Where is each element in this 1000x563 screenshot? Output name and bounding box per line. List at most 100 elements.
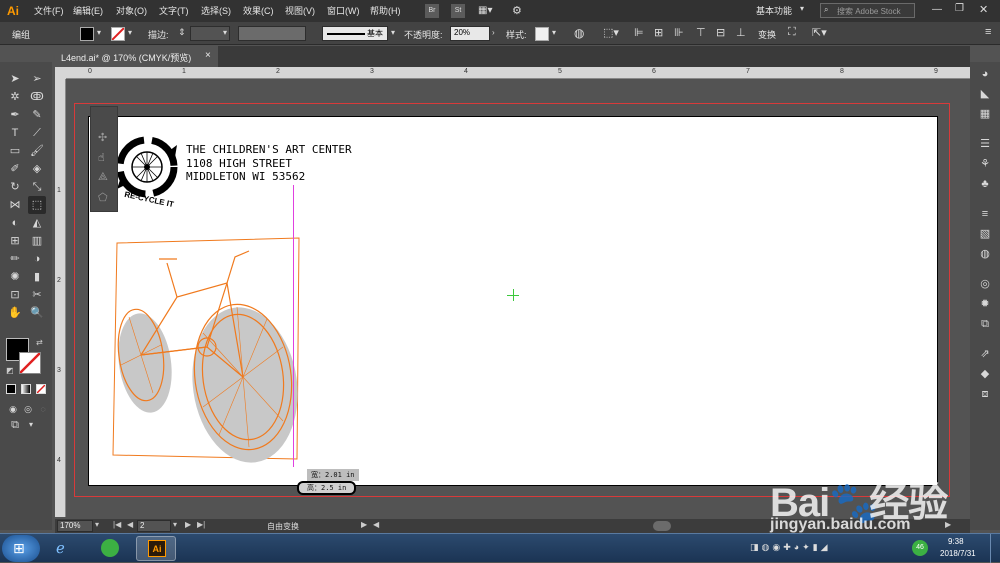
transform-options-icon[interactable]: ⇱▾ bbox=[812, 26, 827, 39]
artboard-number-field[interactable]: 2 bbox=[137, 520, 171, 532]
zoom-level-field[interactable]: 170% bbox=[57, 520, 93, 532]
hand-tool-icon[interactable]: ✋ bbox=[6, 304, 24, 322]
fill-swatch[interactable] bbox=[80, 27, 94, 41]
stroke-none-swatch[interactable] bbox=[111, 27, 125, 41]
brush-definition-select[interactable]: 基本 bbox=[322, 26, 388, 41]
menu-type[interactable]: 文字(T) bbox=[159, 4, 189, 17]
menu-window[interactable]: 窗口(W) bbox=[327, 4, 360, 17]
artboards-panel-icon[interactable]: ⧈ bbox=[977, 386, 993, 402]
stroke-panel-icon[interactable]: ≡ bbox=[977, 206, 993, 222]
opacity-input[interactable]: 20% bbox=[450, 26, 490, 41]
menu-edit[interactable]: 编辑(E) bbox=[73, 4, 103, 17]
previous-artboard-button[interactable]: ◀ bbox=[127, 520, 133, 529]
eraser-tool-icon[interactable]: ◈ bbox=[28, 160, 46, 178]
screen-mode-chevron-icon[interactable]: ▾ bbox=[22, 416, 40, 434]
system-tray-icons[interactable]: ◨◍◉✚◕✦▮◢ bbox=[750, 542, 831, 553]
align-center-icon[interactable]: ⊞ bbox=[654, 26, 663, 39]
close-tab-button[interactable]: × bbox=[205, 50, 211, 61]
browser-taskbar-button[interactable] bbox=[90, 536, 130, 561]
slice-tool-icon[interactable]: ✂ bbox=[28, 286, 46, 304]
stroke-weight-chevron-icon[interactable]: ▾ bbox=[223, 28, 227, 37]
menu-file[interactable]: 文件(F) bbox=[34, 4, 64, 17]
gradient-tool-icon[interactable]: ▥ bbox=[28, 232, 46, 250]
arrange-documents-icon[interactable]: ▦▾ bbox=[478, 5, 500, 17]
maximize-window-button[interactable]: ❐ bbox=[955, 3, 964, 14]
variable-width-profile[interactable] bbox=[238, 26, 306, 41]
first-artboard-button[interactable]: |◀ bbox=[113, 520, 121, 529]
ruler-origin[interactable] bbox=[55, 67, 66, 79]
minimize-window-button[interactable]: — bbox=[932, 4, 942, 15]
scale-tool-icon[interactable]: ⤡ bbox=[28, 178, 46, 196]
menu-help[interactable]: 帮助(H) bbox=[370, 4, 401, 17]
workspace-chevron-icon[interactable]: ▾ bbox=[800, 4, 804, 13]
direct-selection-tool-icon[interactable]: ➢ bbox=[28, 70, 46, 88]
perspective-distort-icon[interactable]: ⟁ bbox=[98, 171, 108, 184]
brush-chevron-icon[interactable]: ▾ bbox=[391, 28, 395, 37]
column-graph-tool-icon[interactable]: ▮ bbox=[28, 268, 46, 286]
align-middle-icon[interactable]: ⊟ bbox=[716, 26, 725, 39]
align-bottom-icon[interactable]: ⊥ bbox=[736, 26, 746, 39]
gpu-performance-icon[interactable]: ⚙ bbox=[512, 4, 530, 18]
opacity-arrow-icon[interactable]: › bbox=[492, 28, 495, 37]
show-desktop-button[interactable] bbox=[990, 534, 1000, 563]
clock-time[interactable]: 9:38 bbox=[948, 537, 964, 546]
swap-fill-stroke-icon[interactable]: ⇄ bbox=[36, 338, 43, 347]
graphic-styles-icon[interactable]: ✹ bbox=[977, 296, 993, 312]
stock-button[interactable]: St bbox=[451, 4, 465, 18]
bicycle-artwork[interactable] bbox=[107, 235, 307, 470]
color-panel-icon[interactable]: ◕ bbox=[977, 66, 993, 82]
selection-tool-icon[interactable]: ➤ bbox=[6, 70, 24, 88]
shape-builder-tool-icon[interactable]: ◐ bbox=[6, 214, 24, 232]
illustrator-taskbar-button[interactable]: Ai bbox=[136, 536, 176, 561]
libraries-panel-icon[interactable]: ⧉ bbox=[977, 316, 993, 332]
none-mode-icon[interactable] bbox=[36, 384, 46, 394]
constrain-icon[interactable]: ✣ bbox=[98, 131, 107, 144]
vertical-ruler[interactable]: 1 2 3 4 bbox=[55, 79, 66, 517]
type-tool-icon[interactable]: T bbox=[6, 124, 24, 142]
workspace-switcher[interactable]: 基本功能 bbox=[756, 4, 792, 17]
appearance-panel-icon[interactable]: ◎ bbox=[977, 276, 993, 292]
style-chevron-icon[interactable]: ▾ bbox=[552, 28, 556, 37]
clock-date[interactable]: 2018/7/31 bbox=[940, 549, 976, 558]
default-colors-icon[interactable]: ◩ bbox=[6, 366, 14, 375]
color-mode-icon[interactable] bbox=[6, 384, 16, 394]
align-to-icon[interactable]: ⬚▾ bbox=[603, 26, 619, 39]
recolor-artwork-icon[interactable]: ◍ bbox=[574, 26, 584, 40]
tray-badge[interactable]: 46 bbox=[912, 540, 928, 556]
stroke-weight-stepper[interactable]: ⇕ bbox=[178, 27, 186, 38]
rotate-tool-icon[interactable]: ↻ bbox=[6, 178, 24, 196]
zoom-tool-icon[interactable]: 🔍 bbox=[28, 304, 46, 322]
canvas-area[interactable]: THE CHILDREN'S ART CENTER 1108 HIGH STRE… bbox=[66, 80, 970, 517]
scroll-left-arrow-icon[interactable]: ◀ bbox=[373, 520, 379, 529]
swatches-panel-icon[interactable]: ▦ bbox=[977, 106, 993, 122]
shaper-tool-icon[interactable]: ✐ bbox=[6, 160, 24, 178]
zoom-chevron-icon[interactable]: ▾ bbox=[95, 520, 99, 529]
horizontal-ruler[interactable]: 0 1 2 3 4 5 6 7 8 9 bbox=[66, 67, 970, 79]
stroke-chevron-icon[interactable]: ▾ bbox=[128, 28, 132, 37]
control-panel-menu-icon[interactable]: ≡ bbox=[985, 26, 991, 38]
graphic-style-swatch[interactable] bbox=[535, 27, 549, 41]
rectangle-tool-icon[interactable]: ▭ bbox=[6, 142, 24, 160]
isolate-group-icon[interactable]: ⛶ bbox=[788, 26, 796, 39]
free-transform-tool-icon[interactable]: ⬚ bbox=[28, 196, 46, 214]
free-distort-icon[interactable]: ⬠ bbox=[98, 191, 108, 204]
menu-view[interactable]: 视图(V) bbox=[285, 4, 315, 17]
menu-object[interactable]: 对象(O) bbox=[116, 4, 147, 17]
gradient-panel-icon[interactable]: ▧ bbox=[977, 226, 993, 242]
bridge-button[interactable]: Br bbox=[425, 4, 439, 18]
align-top-icon[interactable]: ⊤ bbox=[696, 26, 706, 39]
blend-tool-icon[interactable]: ◑ bbox=[28, 250, 46, 268]
width-tool-icon[interactable]: ⋈ bbox=[6, 196, 24, 214]
close-window-button[interactable]: ✕ bbox=[979, 3, 988, 16]
mesh-tool-icon[interactable]: ⊞ bbox=[6, 232, 24, 250]
layers-panel-icon[interactable]: ◆ bbox=[977, 366, 993, 382]
magic-wand-tool-icon[interactable]: ✲ bbox=[6, 88, 24, 106]
horizontal-scrollbar-thumb[interactable] bbox=[653, 521, 671, 531]
brushes-panel-icon[interactable]: ☰ bbox=[977, 136, 993, 152]
perspective-grid-tool-icon[interactable]: ◭ bbox=[28, 214, 46, 232]
stock-search-field[interactable]: ⌕ 搜索 Adobe Stock bbox=[820, 3, 915, 18]
paintbrush-tool-icon[interactable]: 🖌 bbox=[28, 142, 46, 160]
status-menu-arrow-icon[interactable]: ▶ bbox=[361, 520, 367, 529]
align-left-icon[interactable]: ⊫ bbox=[634, 26, 644, 39]
curvature-tool-icon[interactable]: ✎ bbox=[28, 106, 46, 124]
